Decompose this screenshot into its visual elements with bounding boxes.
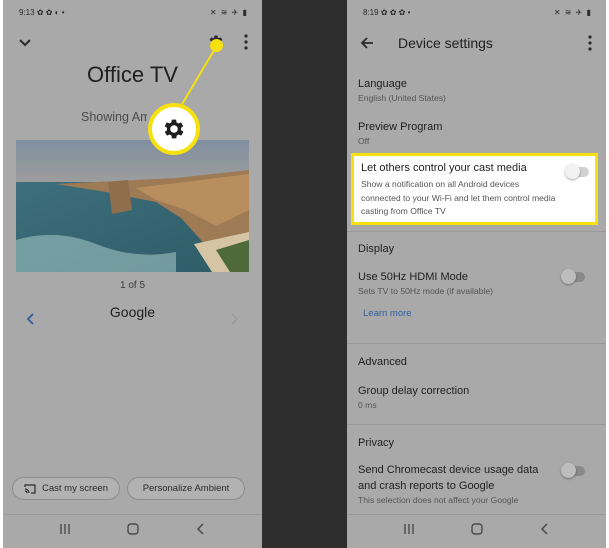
toggle-knob	[565, 164, 580, 179]
top-app-bar	[3, 30, 262, 56]
navigation-bar	[3, 514, 262, 544]
page-title: Device settings	[398, 35, 493, 51]
cast-label: Cast my screen	[42, 483, 108, 494]
photo-source-label: Google	[109, 304, 156, 320]
setting-language[interactable]: Language English (United States)	[358, 77, 596, 104]
background-gap	[262, 0, 347, 548]
status-time: 9:13 ✿ ✿ ◐ •	[19, 7, 65, 17]
ambient-status-text: Showing Ambient	[81, 110, 147, 124]
device-settings-screen: 8:19 ✿ ✿ ✿ • ✕ ≋ ✈ ▮ Device settings Lan…	[347, 0, 606, 548]
hdmi-desc: Sets TV to 50Hz mode (if available)	[358, 286, 494, 296]
status-bar: 9:13 ✿ ✿ ◐ • ✕ ≋ ✈ ▮	[3, 0, 262, 24]
recents-icon[interactable]	[402, 523, 416, 535]
recents-icon[interactable]	[58, 523, 72, 535]
cast-control-toggle[interactable]	[565, 164, 589, 179]
cast-control-desc: Show a notification on all Android devic…	[361, 179, 556, 216]
status-icons: ✕ ≋ ✈ ▮	[553, 7, 592, 17]
cast-my-screen-button[interactable]: Cast my screen	[12, 477, 120, 500]
hdmi-toggle[interactable]	[561, 269, 585, 284]
setting-preview-program[interactable]: Preview Program Off	[358, 120, 596, 147]
navigation-bar	[347, 514, 606, 544]
status-time: 8:19 ✿ ✿ ✿ •	[363, 7, 411, 17]
usage-toggle[interactable]	[561, 463, 585, 478]
toggle-knob	[561, 269, 576, 284]
slide-counter: 1 of 5	[119, 280, 146, 291]
back-arrow-icon[interactable]	[359, 35, 375, 51]
home-icon[interactable]	[126, 522, 140, 536]
back-nav-icon[interactable]	[539, 522, 551, 536]
section-divider	[347, 231, 606, 232]
privacy-header: Privacy	[358, 437, 395, 449]
more-options-icon[interactable]	[239, 33, 253, 51]
cast-control-title: Let others control your cast media	[361, 162, 527, 174]
cast-icon	[24, 483, 36, 494]
preview-value: Off	[358, 136, 370, 146]
section-divider	[347, 343, 606, 344]
gear-icon	[164, 119, 184, 139]
setting-group-delay[interactable]: Group delay correction 0 ms	[358, 384, 596, 411]
home-icon[interactable]	[470, 522, 484, 536]
home-screen: 9:13 ✿ ✿ ◐ • ✕ ≋ ✈ ▮ Office TV Showing A…	[3, 0, 262, 548]
usage-title-line2: and crash reports to Google	[358, 480, 495, 492]
language-value: English (United States)	[358, 93, 446, 103]
preview-title: Preview Program	[358, 121, 443, 133]
ambient-photo[interactable]	[16, 140, 249, 272]
nav-divider	[347, 514, 606, 515]
section-divider	[347, 424, 606, 425]
status-bar: 8:19 ✿ ✿ ✿ • ✕ ≋ ✈ ▮	[347, 0, 606, 24]
next-arrow-icon[interactable]	[228, 312, 240, 326]
highlight-dot	[210, 39, 223, 52]
status-icons: ✕ ≋ ✈ ▮	[209, 7, 248, 17]
nav-divider	[3, 514, 262, 515]
delay-value: 0 ms	[358, 400, 377, 410]
usage-desc: This selection does not affect your Goog…	[358, 495, 519, 505]
language-title: Language	[358, 78, 407, 90]
toggle-knob	[561, 463, 576, 478]
coastline-image	[16, 140, 249, 272]
setting-cast-control-highlight[interactable]: Let others control your cast media Show …	[351, 153, 598, 225]
back-nav-icon[interactable]	[195, 522, 207, 536]
device-name-title: Office TV	[87, 62, 178, 87]
personalize-label: Personalize Ambient	[142, 483, 230, 494]
learn-more-link[interactable]: Learn more	[363, 308, 412, 319]
top-app-bar: Device settings	[347, 30, 606, 56]
advanced-header: Advanced	[358, 356, 407, 368]
more-options-icon[interactable]	[583, 34, 597, 52]
chevron-down-icon[interactable]	[17, 34, 33, 50]
delay-title: Group delay correction	[358, 385, 470, 397]
personalize-ambient-button[interactable]: Personalize Ambient	[127, 477, 245, 500]
gear-callout	[148, 103, 200, 155]
display-header: Display	[358, 243, 395, 255]
